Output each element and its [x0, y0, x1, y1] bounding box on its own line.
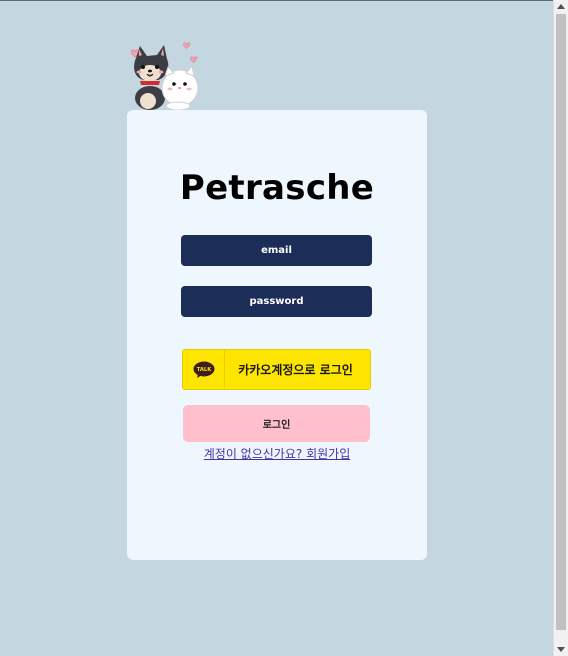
- login-button-label: 로그인: [262, 420, 291, 431]
- vertical-scrollbar[interactable]: [553, 0, 568, 656]
- kakao-icon-text: TALK: [196, 367, 211, 373]
- email-input[interactable]: [181, 235, 372, 266]
- app-title: Petrasche: [179, 168, 375, 208]
- scroll-up-arrow-icon[interactable]: [557, 4, 565, 9]
- kakao-login-label: 카카오계정으로 로그인: [238, 363, 353, 377]
- scroll-down-arrow-icon[interactable]: [557, 647, 565, 652]
- login-button[interactable]: 로그인: [183, 405, 370, 442]
- kakao-login-button[interactable]: TALK 카카오계정으로 로그인: [182, 349, 371, 390]
- dog-and-cat-mascot-icon: [130, 42, 199, 111]
- scrollbar-thumb[interactable]: [556, 14, 566, 630]
- window-top-border: [0, 0, 568, 1]
- kakao-talk-icon: TALK: [183, 350, 225, 389]
- signup-link[interactable]: 계정이 없으신가요? 회원가입: [0, 445, 554, 462]
- password-input[interactable]: [181, 286, 372, 317]
